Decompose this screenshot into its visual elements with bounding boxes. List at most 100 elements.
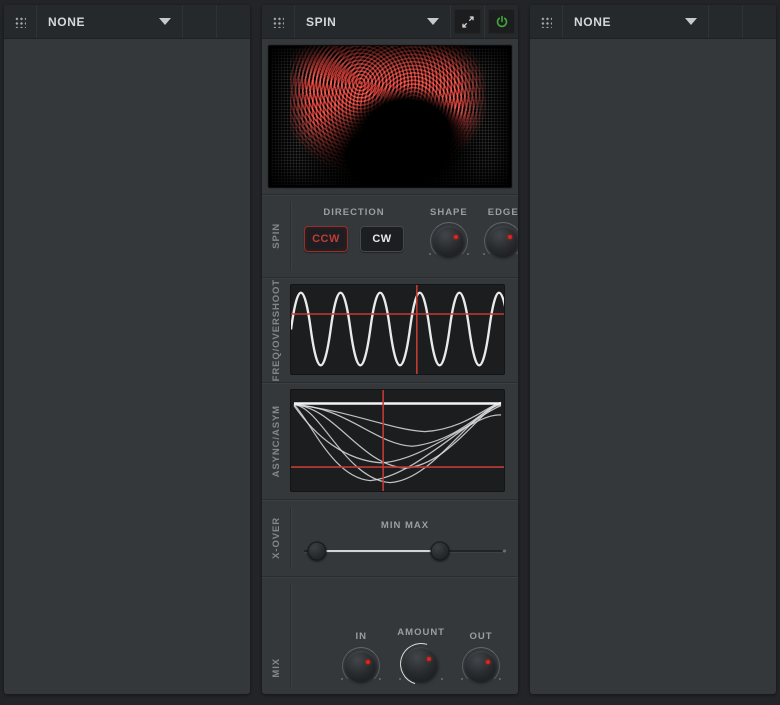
slot-header-left: NONE	[4, 5, 250, 39]
section-divider	[290, 202, 291, 270]
section-freq-overshoot: FREQ/OVERSHOOT	[262, 277, 518, 382]
out-knob[interactable]	[462, 647, 500, 685]
spin-visualizer-screen	[268, 45, 512, 188]
power-icon	[496, 15, 507, 27]
module-selector-label: NONE	[48, 14, 86, 29]
out-group: OUT	[461, 631, 501, 685]
dropdown-arrow-icon	[427, 18, 439, 25]
module-slot-right: NONE	[530, 5, 776, 694]
edge-knob-wrap	[483, 222, 518, 260]
slider-min-handle[interactable]	[307, 541, 327, 561]
module-slot-left: NONE	[4, 5, 250, 694]
knob-min-tick	[483, 253, 486, 255]
header-slot-empty	[709, 5, 743, 38]
drag-handle-icon	[540, 15, 552, 28]
knob-value-arc	[392, 635, 450, 693]
freq-wave-display	[291, 285, 504, 374]
section-label-xover: X-OVER	[271, 517, 282, 559]
out-label: OUT	[469, 631, 493, 642]
knob-max-tick	[379, 678, 382, 680]
async-curves-display	[291, 390, 504, 491]
section-divider	[290, 507, 291, 569]
xover-range-slider[interactable]	[304, 541, 506, 561]
module-spin: SPIN SPIN DIRECTION CCW CW SHAPE EDGE FR…	[262, 5, 518, 694]
spin-header: SPIN	[262, 5, 518, 39]
section-divider	[290, 584, 291, 687]
drag-handle[interactable]	[262, 5, 295, 38]
in-knob-wrap	[341, 647, 382, 685]
amount-group: AMOUNT	[392, 627, 450, 693]
drag-handle[interactable]	[530, 5, 563, 38]
expand-button[interactable]	[454, 9, 481, 34]
section-spin: SPIN DIRECTION CCW CW SHAPE EDGE	[262, 194, 518, 277]
module-selector-label: SPIN	[306, 14, 337, 29]
header-slot-empty	[217, 5, 250, 38]
ccw-button[interactable]: CCW	[304, 226, 348, 252]
knob-indicator-dot	[485, 660, 490, 664]
out-knob-wrap	[461, 647, 501, 685]
amount-knob[interactable]	[392, 635, 450, 693]
expand-icon	[461, 15, 474, 28]
knob-max-tick	[466, 253, 469, 255]
amount-label: AMOUNT	[397, 627, 445, 638]
knob-arc	[429, 222, 468, 260]
knob-min-tick	[428, 253, 431, 255]
section-xover: X-OVER MIN MAX	[262, 499, 518, 576]
slider-max-handle[interactable]	[430, 541, 450, 561]
module-selector-label: NONE	[574, 14, 612, 29]
drag-handle[interactable]	[4, 5, 37, 38]
empty-module-body	[4, 39, 250, 694]
module-selector-right[interactable]: NONE	[563, 5, 709, 38]
direction-buttons: CCW CW	[304, 226, 404, 252]
knob-min-tick	[341, 678, 344, 680]
cw-button[interactable]: CW	[360, 226, 404, 252]
edge-knob[interactable]	[484, 222, 518, 260]
async-asym-editor[interactable]	[290, 389, 505, 492]
section-async-asym: ASYNC/ASYM	[262, 382, 518, 499]
shape-knob[interactable]	[429, 222, 468, 260]
knob-arc	[484, 222, 518, 260]
header-slot-empty	[743, 5, 776, 38]
freq-overshoot-editor[interactable]	[290, 284, 505, 375]
spin-controls-row: DIRECTION CCW CW SHAPE EDGE	[304, 207, 518, 260]
module-selector-spin[interactable]: SPIN	[295, 5, 451, 38]
xover-controls: MIN MAX	[304, 500, 506, 576]
mix-controls-row: IN AMOUNT OUT	[341, 627, 501, 693]
slot-header-right: NONE	[530, 5, 776, 39]
slider-active-range	[317, 550, 441, 552]
section-label-spin: SPIN	[271, 223, 282, 249]
knob-indicator-dot	[366, 660, 370, 664]
knob-arc	[342, 647, 381, 685]
knob-indicator-dot	[507, 235, 512, 239]
knob-min-tick	[399, 678, 402, 680]
section-label-async: ASYNC/ASYM	[271, 404, 282, 478]
min-max-label: MIN MAX	[380, 520, 430, 531]
shape-label: SHAPE	[430, 207, 468, 218]
shape-knob-wrap	[428, 222, 469, 260]
drag-handle-icon	[272, 15, 284, 28]
edge-label: EDGE	[487, 207, 518, 218]
edge-group: EDGE	[483, 207, 518, 260]
empty-module-body	[530, 39, 776, 694]
crt-vignette	[269, 46, 511, 187]
drag-handle-icon	[14, 15, 26, 28]
module-rack: NONE SPIN SPIN DIRECTION CCW CW SHAPE ED…	[0, 0, 780, 705]
in-label: IN	[355, 631, 368, 642]
section-label-freq: FREQ/OVERSHOOT	[271, 278, 282, 382]
power-button-cell	[485, 5, 518, 38]
amount-knob-wrap	[392, 635, 450, 693]
knob-min-tick	[461, 678, 463, 680]
in-knob[interactable]	[342, 647, 381, 685]
slider-end-tick	[503, 549, 506, 553]
knob-indicator-dot	[453, 235, 458, 239]
direction-label: DIRECTION	[323, 207, 385, 218]
knob-max-tick	[499, 678, 501, 680]
section-mix: MIX IN AMOUNT OUT	[262, 576, 518, 694]
section-label-mix: MIX	[271, 658, 282, 678]
power-button[interactable]	[488, 9, 515, 34]
direction-group: DIRECTION CCW CW	[304, 207, 404, 252]
knob-arc	[462, 647, 500, 685]
header-slot-empty	[183, 5, 217, 38]
module-selector-left[interactable]: NONE	[37, 5, 183, 38]
in-group: IN	[341, 631, 382, 685]
